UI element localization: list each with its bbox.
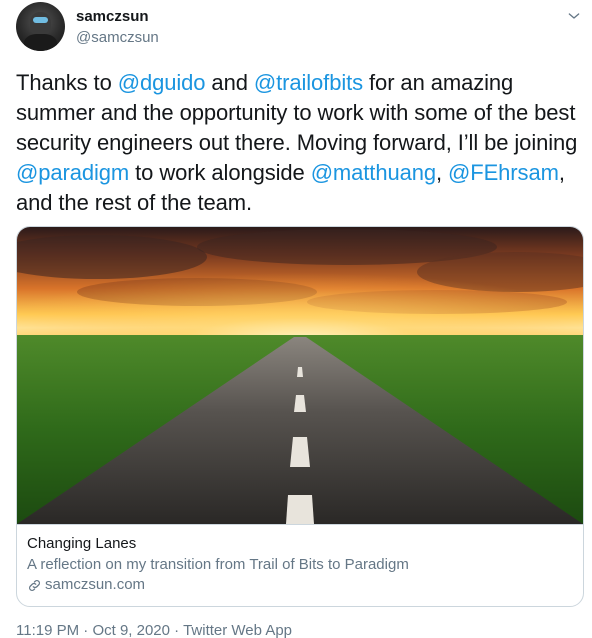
tweet-text-segment: Thanks to — [16, 70, 118, 95]
meta-separator-2: · — [174, 622, 180, 638]
card-description: A reflection on my transition from Trail… — [27, 556, 409, 573]
author-display-name[interactable]: samczsun — [76, 8, 149, 25]
tweet-date[interactable]: Oct 9, 2020 — [92, 622, 170, 638]
tweet-time[interactable]: 11:19 PM — [16, 622, 79, 638]
author-handle[interactable]: @samczsun — [76, 29, 159, 46]
mention-link[interactable]: @matthuang — [311, 160, 436, 185]
chevron-down-icon[interactable] — [566, 8, 582, 24]
mention-link[interactable]: @trailofbits — [254, 70, 363, 95]
mention-link[interactable]: @paradigm — [16, 160, 129, 185]
tweet-meta: 11:19 PM · Oct 9, 2020 · Twitter Web App — [16, 622, 292, 638]
mention-link[interactable]: @dguido — [118, 70, 206, 95]
avatar[interactable] — [16, 2, 65, 51]
tweet-text-segment: to work alongside — [129, 160, 311, 185]
card-domain-text: samczsun.com — [45, 576, 146, 593]
card-body: Changing Lanes A reflection on my transi… — [17, 524, 583, 606]
avatar-body — [24, 34, 57, 51]
avatar-visor — [33, 17, 48, 23]
tweet: samczsun @samczsun Thanks to @dguido and… — [0, 0, 592, 638]
tweet-text-segment: , — [436, 160, 449, 185]
card-title: Changing Lanes — [27, 535, 137, 552]
card-domain: samczsun.com — [27, 575, 573, 595]
card-image — [17, 227, 583, 524]
tweet-text: Thanks to @dguido and @trailofbits for a… — [16, 68, 582, 218]
meta-separator: · — [83, 622, 89, 638]
tweet-text-segment: and — [205, 70, 254, 95]
link-icon — [29, 579, 40, 591]
link-card[interactable]: Changing Lanes A reflection on my transi… — [16, 226, 584, 607]
avatar-face — [30, 12, 51, 36]
mention-link[interactable]: @FEhrsam — [448, 160, 559, 185]
tweet-source[interactable]: Twitter Web App — [183, 622, 292, 638]
